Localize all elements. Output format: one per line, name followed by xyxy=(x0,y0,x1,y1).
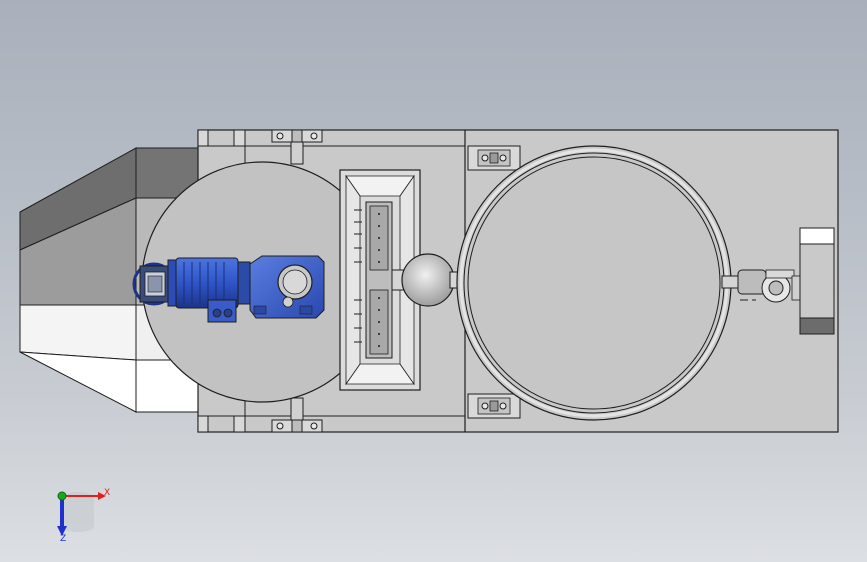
cad-drawing: X Z xyxy=(19,129,839,544)
x-axis-label: X xyxy=(104,488,110,498)
side-guide-block xyxy=(799,227,835,335)
hopper-bottom-face xyxy=(19,351,137,413)
gearbox xyxy=(249,255,325,319)
bearing-block-top-right xyxy=(467,145,521,171)
z-axis-label: Z xyxy=(60,534,66,544)
hopper-lower-face xyxy=(19,304,137,361)
large-ring xyxy=(456,145,732,421)
y-axis-origin xyxy=(57,491,67,501)
cad-viewport[interactable]: X Z xyxy=(0,0,867,562)
bearing-block-bottom-right xyxy=(467,393,521,419)
axis-triad: X Z xyxy=(57,488,110,544)
